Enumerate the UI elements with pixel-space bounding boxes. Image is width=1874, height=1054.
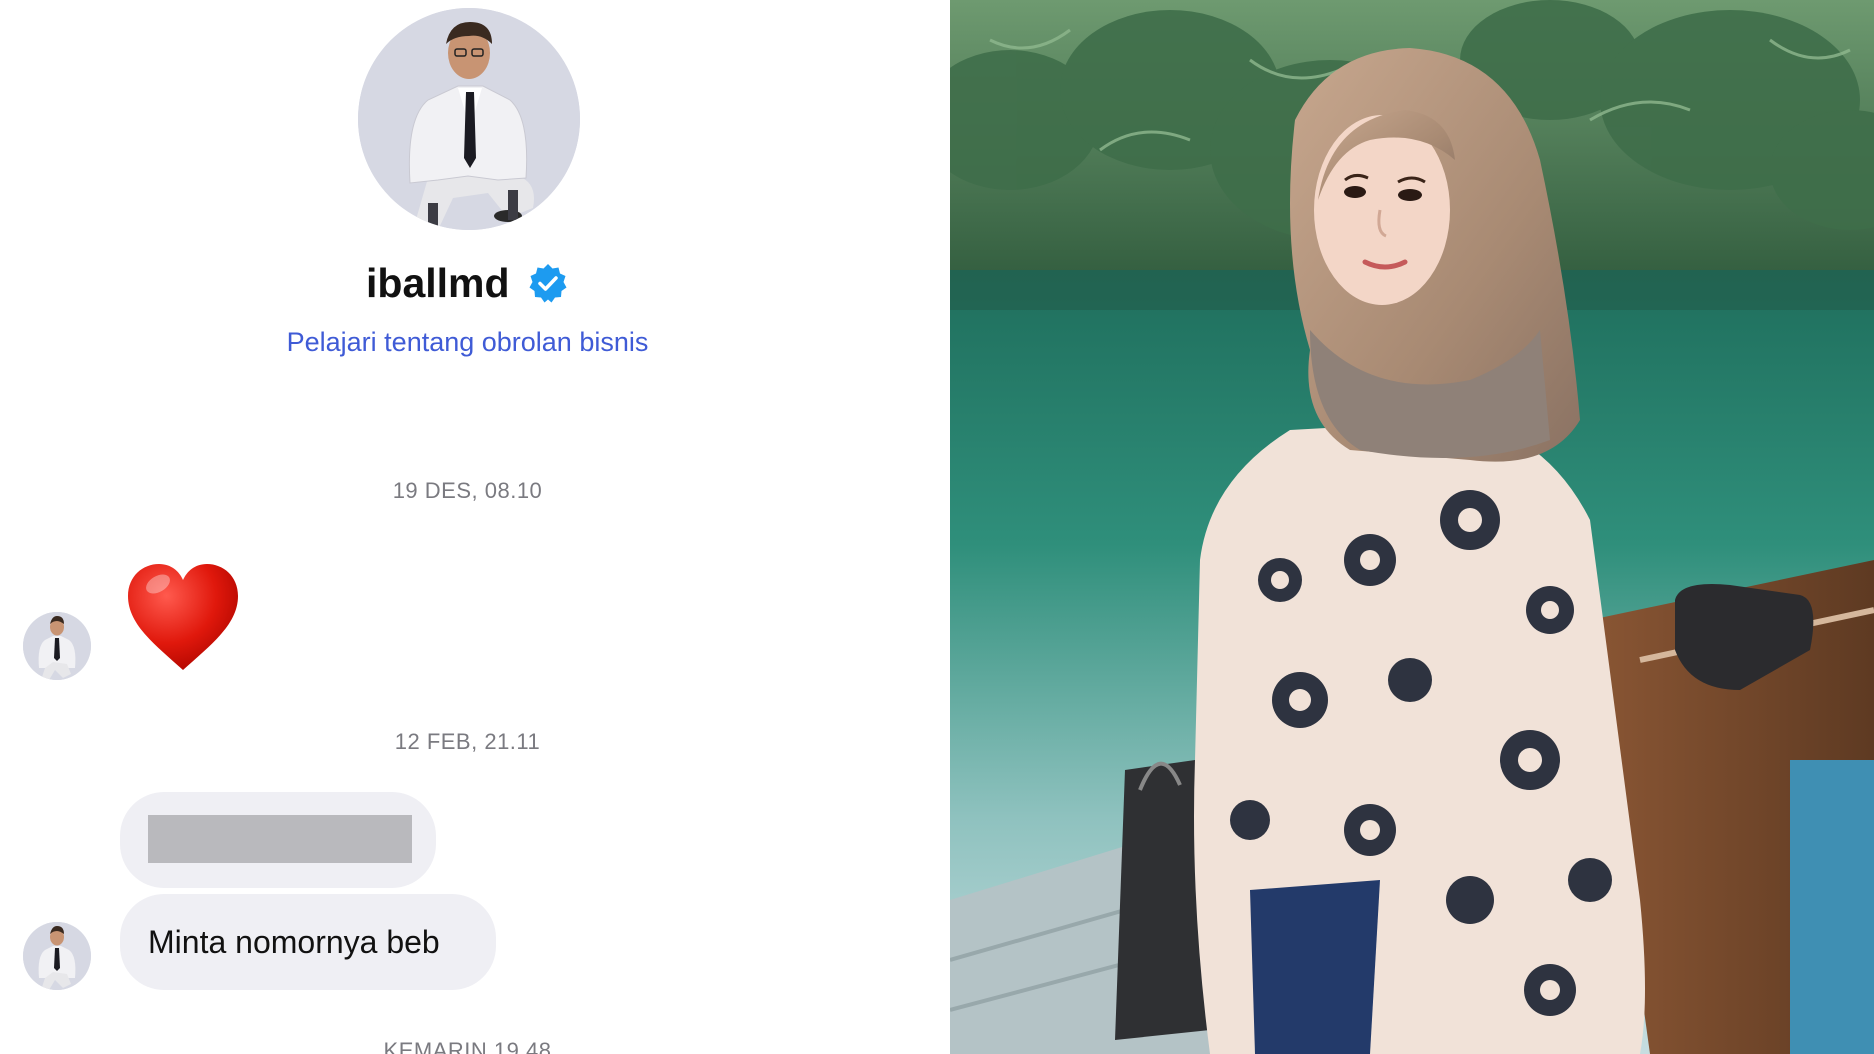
timestamp: 12 FEB, 21.11 xyxy=(394,729,541,754)
photo-illustration xyxy=(950,0,1874,1054)
timestamp: 19 DES, 08.10 xyxy=(392,478,543,503)
profile-avatar[interactable] xyxy=(358,8,580,230)
sender-avatar[interactable] xyxy=(23,922,91,990)
message-bubble[interactable]: Minta nomornya beb xyxy=(120,894,496,990)
redacted-message-bubble[interactable] xyxy=(120,792,436,888)
man-in-white-suit-icon xyxy=(23,922,91,990)
username: iballmd xyxy=(366,260,510,307)
profile-name[interactable]: iballmd xyxy=(0,250,935,313)
business-chat-link[interactable]: Pelajari tentang obrolan bisnis xyxy=(0,322,935,362)
woman-in-hijab-by-lake-photo xyxy=(950,0,1874,1054)
sender-avatar[interactable] xyxy=(23,612,91,680)
message-text: Minta nomornya beb xyxy=(148,924,440,960)
red-heart-icon[interactable] xyxy=(124,560,242,675)
redaction-bar xyxy=(148,815,412,863)
man-in-white-suit-icon xyxy=(23,612,91,680)
man-in-white-suit-icon xyxy=(358,8,580,230)
timestamp: KEMARIN 19.48 xyxy=(383,1038,552,1054)
chat-panel: iballmd Pelajari tentang obrolan bisnis … xyxy=(0,0,950,1054)
verified-badge-icon xyxy=(529,264,567,303)
